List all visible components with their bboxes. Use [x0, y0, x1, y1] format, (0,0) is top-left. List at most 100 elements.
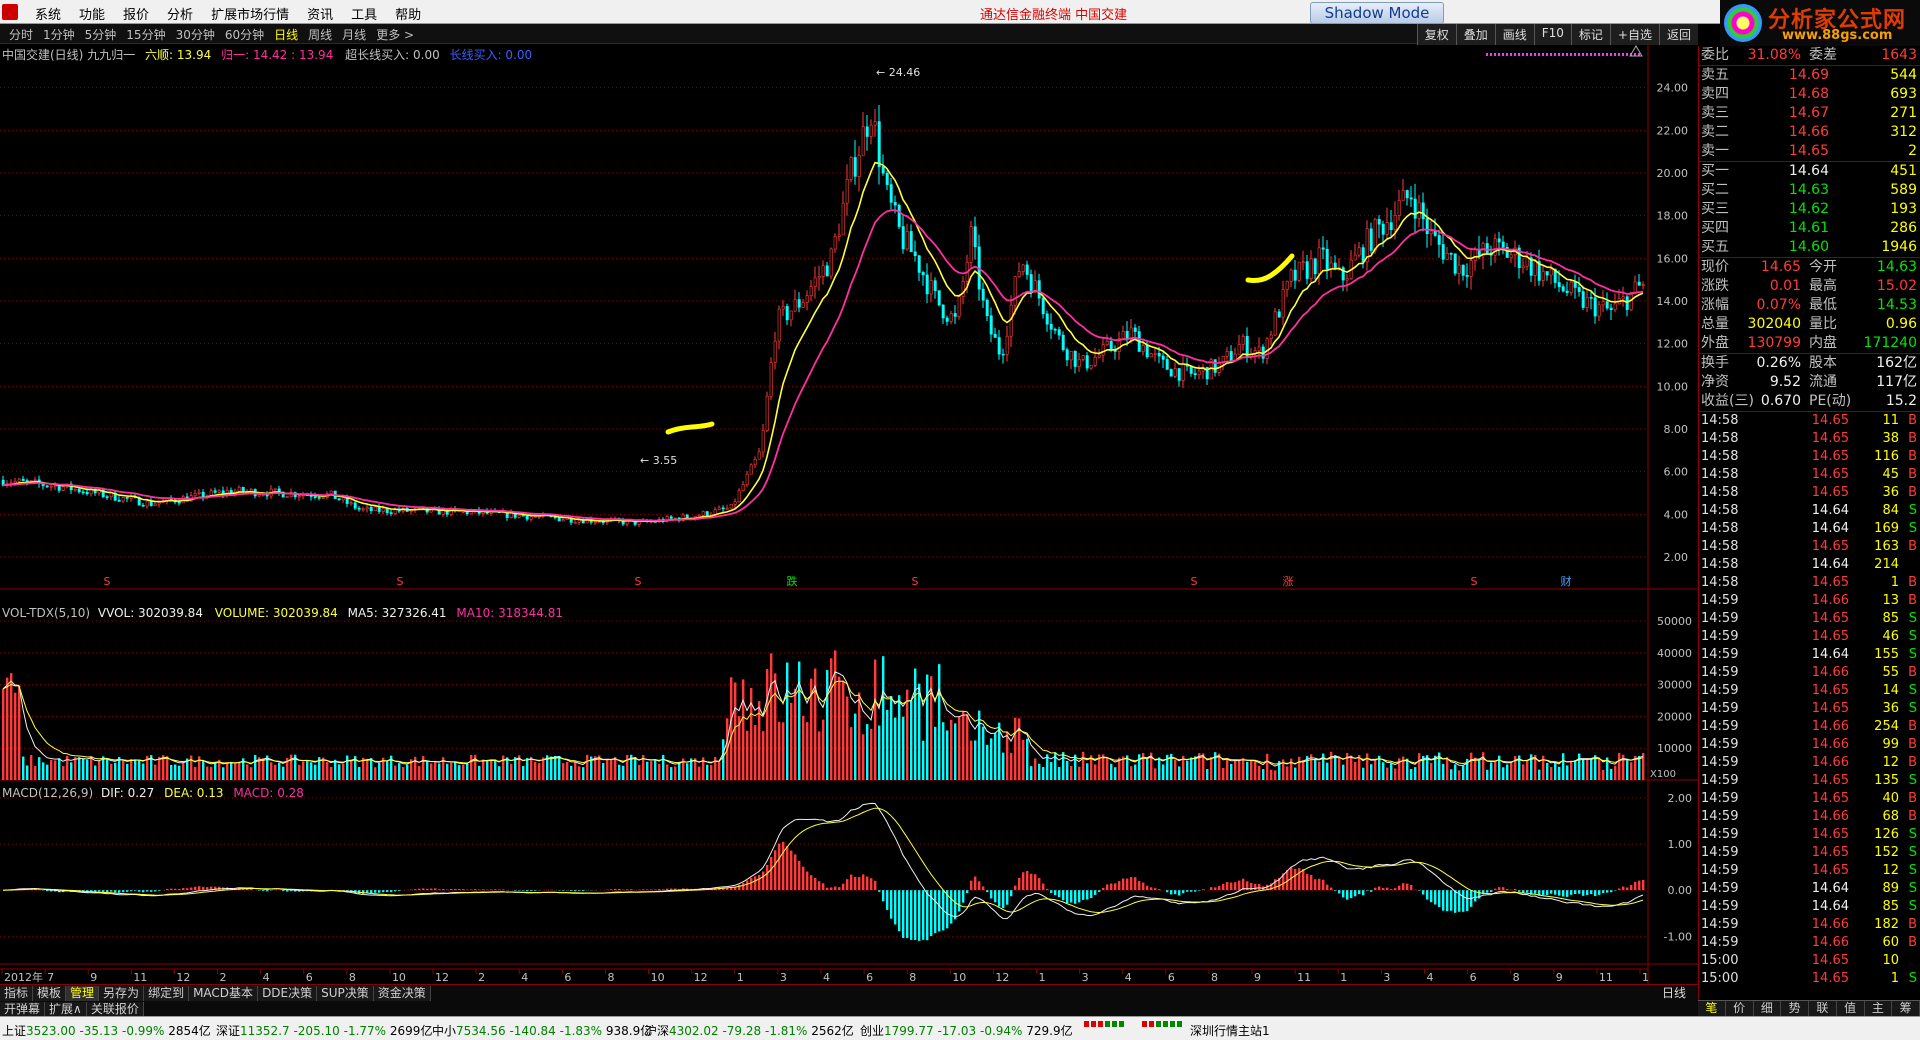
event-marker[interactable]: S [912, 575, 919, 588]
x-tick-label: 8 [909, 971, 916, 984]
tick-volume: 85 [1882, 899, 1899, 914]
period-tab-1[interactable]: 1分钟 [38, 26, 80, 43]
menu-ext-market[interactable]: 扩展市场行情 [202, 4, 298, 23]
buy-level-4[interactable]: 买四 14.61 286 [1699, 219, 1920, 237]
tick-price: 14.65 [1811, 791, 1849, 806]
x-tick-label: 6 [306, 971, 313, 984]
buy-level-3[interactable]: 买三 14.62 193 [1699, 200, 1920, 218]
macd-bar [874, 880, 877, 891]
candle-body [1449, 252, 1453, 255]
macd-bar [1618, 888, 1621, 891]
kline-chart-svg[interactable]: 24.0022.0020.0018.0016.0014.0012.0010.00… [0, 44, 1698, 984]
macd-bar [906, 890, 909, 939]
menu-system[interactable]: 系统 [26, 4, 70, 23]
indicator-tab-5[interactable]: MACD基本 [189, 986, 259, 1001]
tick-price: 14.65 [1811, 575, 1849, 590]
period-tab-3[interactable]: 15分钟 [121, 26, 170, 43]
event-marker[interactable]: 涨 [1283, 575, 1294, 588]
period-tab-4[interactable]: 30分钟 [171, 26, 220, 43]
event-marker[interactable]: 财 [1561, 574, 1572, 588]
indicator-tab-7[interactable]: SUP决策 [317, 986, 374, 1001]
index-chinext[interactable]: 创业1799.77 -17.03 -0.94% 729.9亿 [860, 1022, 1073, 1039]
menu-tools[interactable]: 工具 [342, 4, 386, 23]
candle-body [685, 514, 689, 519]
quote-tab-6[interactable]: 主 [1865, 1001, 1893, 1016]
event-marker[interactable]: S [104, 575, 111, 588]
event-marker[interactable]: S [397, 575, 404, 588]
menu-analysis[interactable]: 分析 [158, 4, 202, 23]
quote-tab-7[interactable]: 筹 [1892, 1001, 1920, 1016]
sell-level-1[interactable]: 卖一 14.65 2 [1699, 142, 1920, 160]
indicator-tab-4[interactable]: 绑定到 [144, 986, 190, 1001]
quote-tab-1[interactable]: 价 [1726, 1001, 1754, 1016]
event-marker[interactable]: S [635, 575, 642, 588]
event-marker[interactable]: S [1191, 575, 1198, 588]
menu-info[interactable]: 资讯 [298, 4, 342, 23]
period-tab-6[interactable]: 日线 [269, 26, 303, 43]
buy-level-5[interactable]: 买五 14.60 1946 [1699, 238, 1920, 256]
sell-level-3[interactable]: 卖三 14.67 271 [1699, 104, 1920, 122]
quote-tab-5[interactable]: 值 [1837, 1001, 1865, 1016]
menu-help[interactable]: 帮助 [386, 4, 430, 23]
event-marker[interactable]: S [1471, 575, 1478, 588]
buy-level-1[interactable]: 买一 14.64 451 [1699, 162, 1920, 180]
indicator-tab-3[interactable]: 另存为 [99, 986, 145, 1001]
chart-tool-4[interactable]: 标记 [1570, 24, 1610, 45]
menu-quote[interactable]: 报价 [114, 4, 158, 23]
chart-tool-3[interactable]: F10 [1533, 24, 1571, 45]
index-smallcap[interactable]: 中小7534.56 -140.84 -1.83% 938.9亿 [432, 1022, 652, 1039]
indicator-tab-1[interactable]: 模板 [33, 986, 67, 1001]
sell-level-4[interactable]: 卖四 14.68 693 [1699, 85, 1920, 103]
indicator-tab-8[interactable]: 资金决策 [373, 986, 431, 1001]
quote-tab-4[interactable]: 联 [1809, 1001, 1837, 1016]
chart-tool-2[interactable]: 画线 [1494, 24, 1534, 45]
chart-tool-6[interactable]: 返回 [1658, 24, 1698, 45]
sell-level-5[interactable]: 卖五 14.69 544 [1699, 66, 1920, 84]
x-tick-label: 6 [866, 971, 873, 984]
macd-bar [1002, 890, 1005, 909]
menu-function[interactable]: 功能 [70, 4, 114, 23]
quote-tab-0[interactable]: 笔 [1698, 1001, 1726, 1016]
macd-bar [1342, 890, 1345, 898]
shadow-mode-button[interactable]: Shadow Mode [1310, 2, 1444, 24]
volume-bar [1114, 767, 1117, 780]
chart-area[interactable]: 24.00 22.00 20.00 18.00 16.00 14.00 12.00 10.00… [0, 44, 1698, 984]
period-tab-8[interactable]: 月线 [337, 26, 371, 43]
candle-body [1165, 359, 1169, 370]
option-tab-1[interactable]: 扩展∧ [45, 1002, 87, 1017]
candle-body [381, 508, 385, 512]
period-tab-7[interactable]: 周线 [303, 26, 337, 43]
chart-tool-5[interactable]: +自选 [1609, 24, 1659, 45]
indicator-tab-6[interactable]: DDE决策 [258, 986, 318, 1001]
period-tab-5[interactable]: 60分钟 [220, 26, 269, 43]
tick-direction: B [1908, 467, 1917, 482]
buy-level-2[interactable]: 买二 14.63 589 [1699, 181, 1920, 199]
volume-bar [1442, 763, 1445, 780]
tick-volume: 10 [1882, 953, 1899, 968]
option-tab-0[interactable]: 开弹幕 [0, 1002, 46, 1017]
indicator-tab-2[interactable]: 管理 [66, 986, 100, 1001]
period-tab-9[interactable]: 更多 > [371, 26, 419, 43]
option-tab-2[interactable]: 关联报价 [86, 1002, 144, 1017]
macd-bar [834, 886, 837, 891]
chart-tool-0[interactable]: 复权 [1416, 24, 1456, 45]
period-tab-2[interactable]: 5分钟 [80, 26, 122, 43]
chart-tool-1[interactable]: 叠加 [1455, 24, 1495, 45]
macd-bar [1082, 890, 1085, 900]
index-shanghai[interactable]: 上证3523.00 -35.13 -0.99% 2854亿 [2, 1022, 211, 1039]
index-hs300[interactable]: 沪深4302.02 -79.28 -1.81% 2562亿 [645, 1022, 854, 1039]
volume-bar [1030, 766, 1033, 780]
sell-level-2[interactable]: 卖二 14.66 312 [1699, 123, 1920, 141]
period-tab-0[interactable]: 分时 [4, 26, 38, 43]
quote-stat-4-value: 130799 [1747, 335, 1801, 351]
quote-tab-3[interactable]: 势 [1781, 1001, 1809, 1016]
volume-bar [978, 710, 981, 780]
main-menu: 系统 功能 报价 分析 扩展市场行情 资讯 工具 帮助 [26, 4, 430, 23]
quote-tab-2[interactable]: 细 [1754, 1001, 1782, 1016]
server-name[interactable]: 深圳行情主站1 [1190, 1022, 1270, 1039]
candle-body [1637, 281, 1641, 286]
index-shenzhen[interactable]: 深证11352.7 -205.10 -1.77% 2699亿 [216, 1022, 432, 1039]
indicator-tab-0[interactable]: 指标 [0, 986, 34, 1001]
event-marker[interactable]: 跌 [787, 574, 798, 588]
macd-bar [1038, 878, 1041, 891]
